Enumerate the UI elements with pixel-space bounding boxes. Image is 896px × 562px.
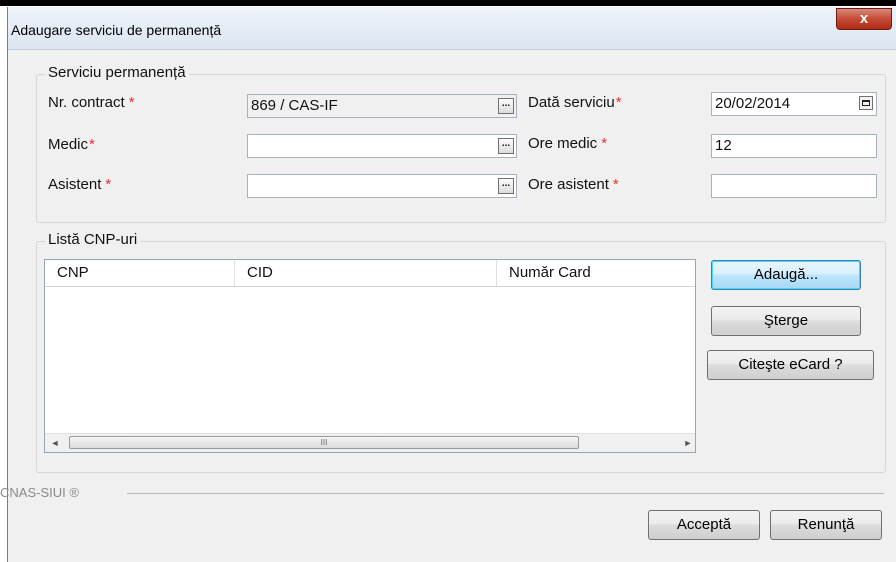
assistant-label: Asistent *: [48, 176, 112, 193]
ellipsis-icon: ...: [501, 98, 511, 109]
contract-field: 869 / CAS-IF ...: [247, 94, 517, 118]
column-cid[interactable]: CID: [235, 260, 497, 286]
scroll-thumb[interactable]: III: [69, 436, 579, 449]
accept-button[interactable]: Acceptă: [648, 510, 760, 540]
read-ecard-button[interactable]: Citeşte eCard ?: [707, 350, 874, 380]
service-group-title: Serviciu permanență: [45, 64, 189, 81]
column-cnp[interactable]: CNP: [45, 260, 235, 286]
brand-label: CNAS-SIUI ®: [0, 485, 79, 500]
assistant-hours-field[interactable]: [711, 174, 877, 198]
required-mark: *: [615, 94, 622, 111]
service-date-label: Dată serviciu*: [528, 94, 622, 111]
contract-browse-button[interactable]: ...: [498, 98, 514, 114]
cnp-group-title: Listă CNP-uri: [45, 231, 141, 248]
ellipsis-icon: ...: [501, 178, 511, 189]
assistant-browse-button[interactable]: ...: [498, 178, 514, 194]
doctor-browse-button[interactable]: ...: [498, 138, 514, 154]
contract-value: 869 / CAS-IF: [251, 97, 338, 114]
ellipsis-icon: ...: [501, 138, 511, 149]
cnp-list[interactable]: CNP CID Număr Card ◄ III ►: [44, 259, 696, 453]
horizontal-scrollbar[interactable]: ◄ III ►: [45, 433, 695, 452]
service-date-value: 20/02/2014: [715, 95, 791, 112]
required-mark: *: [105, 176, 112, 193]
footer-divider: [127, 493, 884, 494]
scroll-right-icon[interactable]: ►: [681, 436, 695, 450]
add-button[interactable]: Adaugă...: [711, 260, 861, 290]
title-bar: Adaugare serviciu de permanență x: [8, 7, 896, 50]
doctor-hours-label: Ore medic *: [528, 135, 608, 152]
cnp-list-header: CNP CID Număr Card: [45, 260, 695, 287]
doctor-hours-value: 12: [715, 137, 732, 154]
required-mark: *: [601, 135, 608, 152]
service-date-field[interactable]: 20/02/2014: [711, 92, 877, 116]
close-icon: x: [859, 10, 869, 27]
close-button[interactable]: x: [836, 8, 892, 30]
contract-label: Nr. contract *: [48, 94, 135, 111]
column-card-number[interactable]: Număr Card: [497, 260, 695, 286]
assistant-hours-label: Ore asistent *: [528, 176, 619, 193]
required-mark: *: [612, 176, 619, 193]
window-title: Adaugare serviciu de permanență: [11, 22, 222, 38]
screen-top-edge: [0, 0, 896, 6]
cancel-button[interactable]: Renunţă: [770, 510, 882, 540]
doctor-label: Medic*: [48, 136, 95, 153]
required-mark: *: [89, 136, 95, 153]
assistant-field[interactable]: ...: [247, 174, 517, 198]
doctor-hours-field[interactable]: 12: [711, 134, 877, 158]
doctor-field[interactable]: ...: [247, 134, 517, 158]
required-mark: *: [128, 94, 135, 111]
scroll-left-icon[interactable]: ◄: [48, 436, 62, 450]
calendar-icon[interactable]: [859, 96, 873, 110]
delete-button[interactable]: Şterge: [711, 306, 861, 336]
